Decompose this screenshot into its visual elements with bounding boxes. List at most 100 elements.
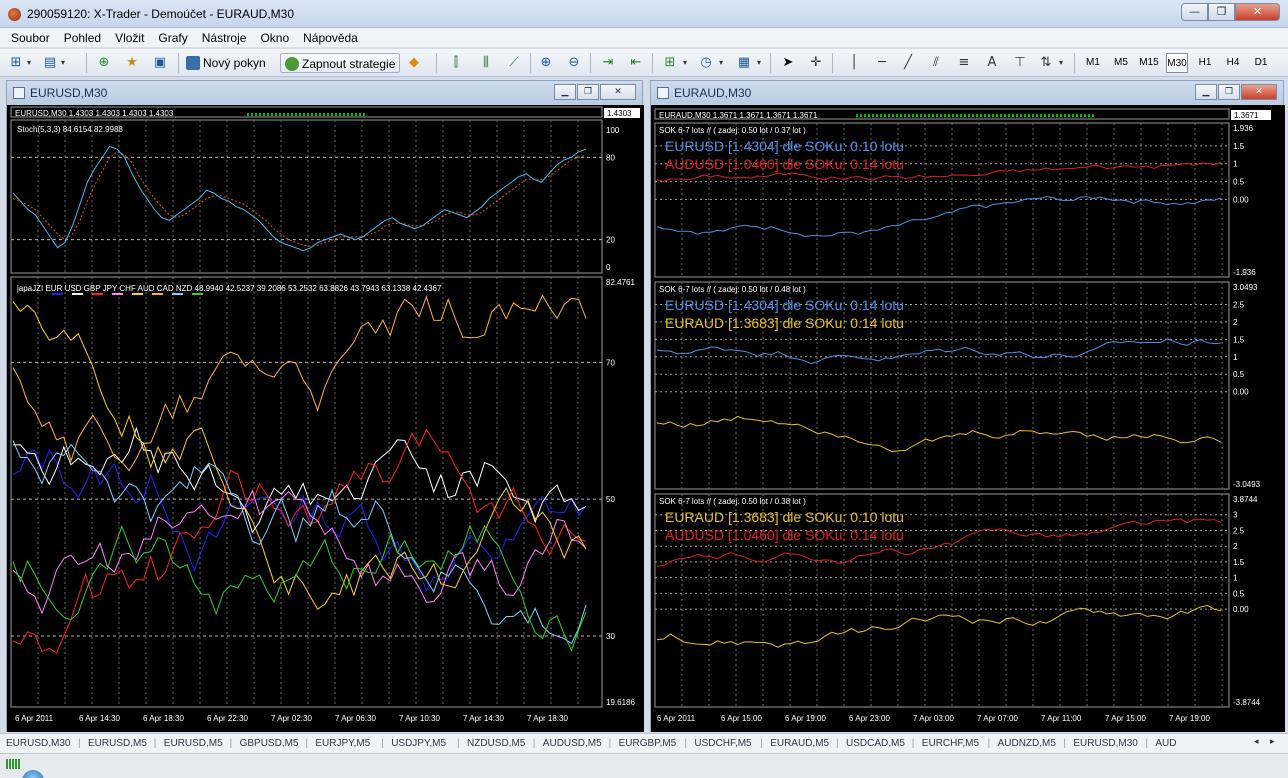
cursor-icon[interactable]: ➤ [778, 53, 798, 73]
menu-item-5[interactable]: Okno [253, 28, 296, 47]
arrows-dropdown-icon[interactable]: ▾ [1056, 53, 1066, 73]
chart-tab[interactable]: EURUSD,M30 [6, 738, 70, 749]
sok-line2-label: EURAUD [1.3683] dle SOKu: 0.14 lotu [665, 315, 904, 331]
terminal-icon[interactable]: ▣ [150, 53, 170, 73]
chart-tab[interactable]: AUDUSD,M5 [543, 738, 602, 749]
indicators-dropdown-icon[interactable]: ▾ [680, 53, 690, 73]
timeframe-m30-button[interactable]: M30 [1166, 53, 1188, 73]
vertical-line-icon[interactable]: │ [844, 53, 864, 73]
chart-background [7, 105, 644, 732]
periods-dropdown-icon[interactable]: ▾ [716, 53, 726, 73]
chart-window-eurusd[interactable]: EURUSD,M30 ▁ ❐ ✕ EURUSD,M30 1.4303 1.430… [6, 80, 644, 732]
arrows-icon[interactable]: ⇅ [1036, 53, 1056, 73]
profiles-dropdown-icon[interactable]: ▾ [58, 53, 68, 73]
chart-tab[interactable]: EURUSD,M5 [164, 738, 223, 749]
zoom-out-icon[interactable]: ⊖ [564, 53, 584, 73]
menu-item-2[interactable]: Vložit [108, 28, 151, 47]
price-bar [1032, 114, 1034, 117]
price-bar [251, 113, 253, 116]
price-bar [1000, 114, 1002, 117]
new-chart-icon[interactable]: ⊞ [6, 53, 26, 73]
maximize-button[interactable]: ❐ [1208, 3, 1235, 21]
chart-shift-icon[interactable]: ⇤ [626, 53, 646, 73]
menu-item-3[interactable]: Grafy [151, 28, 194, 47]
trendline-icon[interactable]: ╱ [898, 53, 918, 73]
templates-icon[interactable]: ▦ [734, 53, 754, 73]
start-orb-icon [22, 770, 44, 778]
line-chart-icon[interactable]: ⟋ [504, 53, 524, 73]
horizontal-line-icon[interactable]: ─ [872, 53, 892, 73]
chart-tab[interactable]: GBPUSD,M5 [240, 738, 299, 749]
menu-item-4[interactable]: Nástroje [195, 28, 254, 47]
price-bar [984, 114, 986, 117]
fibonacci-icon[interactable]: ≡ [954, 53, 974, 73]
chart-tab[interactable]: EURUSD,M5 [88, 738, 147, 749]
tab-scroll-right-icon[interactable]: ▸ [1270, 737, 1275, 747]
chart-tab[interactable]: EURUSD,M30 [1073, 738, 1137, 749]
chart-tab[interactable]: AUD [1155, 738, 1176, 749]
chart-tab[interactable]: USDCHF,M5 [694, 738, 751, 749]
chart-tab[interactable]: USDCAD,M5 [846, 738, 905, 749]
indicators-icon[interactable]: ⊞ [660, 53, 680, 73]
new-order-label: Nový pokyn [203, 56, 266, 70]
index-axis-label: 50 [606, 495, 615, 504]
profiles-icon[interactable]: ▤ [40, 53, 60, 73]
new-chart-dropdown-icon[interactable]: ▾ [24, 53, 34, 73]
timeframe-m5-button[interactable]: M5 [1110, 53, 1132, 73]
chart-tab[interactable]: EURJPY,M5 [315, 738, 370, 749]
chart-window-euraud[interactable]: EURAUD,M30 ▁ ❐ ✕ EURAUD,M30 1.3671 1.367… [650, 80, 1285, 732]
templates-dropdown-icon[interactable]: ▾ [754, 53, 764, 73]
timeframe-m1-button[interactable]: M1 [1082, 53, 1104, 73]
sok-axis-label: 0.5 [1233, 589, 1245, 598]
euraud-chart-canvas[interactable]: EURAUD,M30 1.3671 1.3671 1.3671 1.3671 1.… [651, 105, 1285, 732]
toolbar-separator [770, 53, 771, 73]
chart-window-title: EURUSD,M30 [30, 86, 108, 100]
sok-line1-label: EURAUD [1.3683] dle SOKu: 0.10 lotu [665, 509, 904, 525]
chart-maximize-button[interactable]: ❐ [577, 84, 599, 100]
close-button[interactable]: ✕ [1235, 3, 1280, 21]
chart-minimize-button[interactable]: ▁ [1195, 84, 1217, 100]
tab-scroll-left-icon[interactable]: ◂ [1254, 737, 1259, 747]
navigator-icon[interactable]: ★ [122, 53, 142, 73]
new-order-button[interactable]: Nový pokyn [184, 53, 268, 73]
zoom-in-icon[interactable]: ⊕ [536, 53, 556, 73]
chart-tab[interactable]: EURAUD,M5 [770, 738, 829, 749]
timeframe-h4-button[interactable]: H4 [1222, 53, 1244, 73]
minimize-button[interactable]: — [1181, 3, 1208, 21]
strategy-button[interactable]: Zapnout strategie [280, 53, 401, 73]
chart-close-button[interactable]: ✕ [1241, 84, 1277, 100]
chart-tab[interactable]: AUDNZD,M5 [998, 738, 1056, 749]
sok-axis-label: 2.5 [1233, 526, 1245, 535]
timeframe-m15-button[interactable]: M15 [1138, 53, 1160, 73]
channel-icon[interactable]: ⫽ [926, 53, 946, 73]
chart-minimize-button[interactable]: ▁ [554, 84, 576, 100]
chart-tab[interactable]: EURCHF,M5 [922, 738, 979, 749]
tab-separator: | [381, 738, 384, 749]
timeframe-d1-button[interactable]: D1 [1250, 53, 1272, 73]
timeframe-h1-button[interactable]: H1 [1194, 53, 1216, 73]
text-label-icon[interactable]: ⊤ [1010, 53, 1030, 73]
menu-item-6[interactable]: Nápověda [296, 28, 365, 47]
chart-tab[interactable]: USDJPY,M5 [391, 738, 446, 749]
eurusd-chart-canvas[interactable]: EURUSD,M30 1.4303 1.4303 1.4303 1.4303 1.… [7, 105, 644, 732]
bar-chart-icon[interactable]: ⫿ [446, 53, 466, 73]
chart-tab-bar: EURUSD,M30 | EURUSD,M5 | EURUSD,M5 | GBPUSD,M5… [0, 733, 1288, 753]
crosshair-icon[interactable]: ✛ [806, 53, 826, 73]
periods-icon[interactable]: ◷ [696, 53, 716, 73]
price-bar [880, 114, 882, 117]
chart-close-button[interactable]: ✕ [600, 84, 636, 100]
candle-chart-icon[interactable]: ⫼ [476, 53, 496, 73]
menu-item-1[interactable]: Pohled [57, 28, 108, 47]
market-watch-icon[interactable]: ⊕ [94, 53, 114, 73]
price-bar [900, 114, 902, 117]
price-bar [359, 113, 361, 116]
strategy-status-icon[interactable]: ◆ [404, 53, 424, 73]
menu-item-0[interactable]: Soubor [4, 28, 57, 47]
chart-tab[interactable]: NZDUSD,M5 [467, 738, 525, 749]
index-max-label: 82.4761 [606, 278, 635, 287]
autoscroll-icon[interactable]: ⇥ [598, 53, 618, 73]
chart-tab[interactable]: EURGBP,M5 [619, 738, 677, 749]
text-tool-icon[interactable]: A [982, 53, 1002, 73]
time-axis-label: 6 Apr 22:30 [207, 714, 248, 723]
chart-maximize-button[interactable]: ❐ [1218, 84, 1240, 100]
